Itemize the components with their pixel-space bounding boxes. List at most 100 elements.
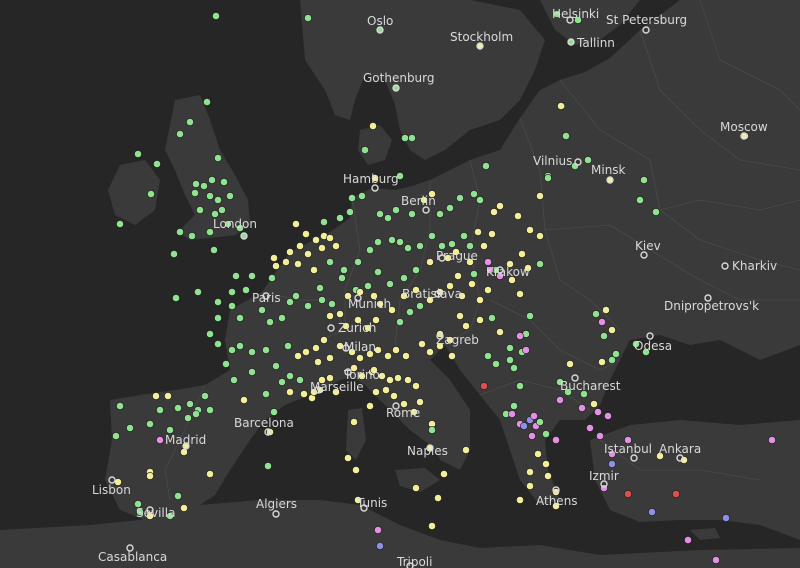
marker-yellow[interactable] — [412, 382, 420, 390]
marker-green[interactable] — [278, 378, 286, 386]
marker-yellow[interactable] — [402, 352, 410, 360]
marker-green[interactable] — [284, 342, 292, 350]
marker-green[interactable] — [338, 274, 346, 282]
marker-yellow[interactable] — [302, 230, 310, 238]
marker-yellow[interactable] — [484, 286, 492, 294]
marker-yellow[interactable] — [526, 226, 534, 234]
marker-yellow[interactable] — [418, 340, 426, 348]
marker-yellow[interactable] — [566, 360, 574, 368]
marker-green[interactable] — [208, 176, 216, 184]
marker-pink[interactable] — [598, 318, 606, 326]
marker-green[interactable] — [214, 154, 222, 162]
marker-yellow[interactable] — [272, 262, 280, 270]
marker-yellow[interactable] — [416, 398, 424, 406]
marker-yellow[interactable] — [369, 122, 377, 130]
marker-green[interactable] — [358, 192, 366, 200]
marker-pink[interactable] — [522, 346, 530, 354]
marker-green[interactable] — [192, 180, 200, 188]
marker-green[interactable] — [470, 190, 478, 198]
marker-yellow[interactable] — [468, 280, 476, 288]
marker-green[interactable] — [510, 364, 518, 372]
marker-pink[interactable] — [594, 408, 602, 416]
marker-green[interactable] — [174, 404, 182, 412]
marker-green[interactable] — [492, 360, 500, 368]
marker-green[interactable] — [116, 402, 124, 410]
marker-yellow[interactable] — [392, 346, 400, 354]
marker-green[interactable] — [482, 162, 490, 170]
marker-green[interactable] — [470, 270, 478, 278]
marker-yellow[interactable] — [426, 258, 434, 266]
marker-yellow[interactable] — [326, 234, 334, 242]
marker-yellow[interactable] — [412, 484, 420, 492]
marker-green[interactable] — [542, 430, 550, 438]
marker-green[interactable] — [536, 418, 544, 426]
marker-yellow[interactable] — [516, 496, 524, 504]
marker-green[interactable] — [228, 288, 236, 296]
marker-green[interactable] — [194, 288, 202, 296]
marker-pink[interactable] — [530, 412, 538, 420]
marker-green[interactable] — [262, 390, 270, 398]
marker-green[interactable] — [396, 318, 404, 326]
marker-yellow[interactable] — [302, 348, 310, 356]
marker-yellow[interactable] — [336, 310, 344, 318]
marker-green[interactable] — [446, 204, 454, 212]
marker-green[interactable] — [230, 376, 238, 384]
marker-green[interactable] — [510, 402, 518, 410]
marker-green[interactable] — [242, 286, 250, 294]
marker-green[interactable] — [266, 318, 274, 326]
marker-yellow[interactable] — [350, 418, 358, 426]
marker-green[interactable] — [318, 296, 326, 304]
marker-pink[interactable] — [556, 396, 564, 404]
marker-green[interactable] — [236, 342, 244, 350]
marker-green[interactable] — [196, 206, 204, 214]
marker-green[interactable] — [536, 260, 544, 268]
marker-yellow[interactable] — [384, 352, 392, 360]
marker-green[interactable] — [416, 242, 424, 250]
marker-yellow[interactable] — [294, 260, 302, 268]
marker-yellow[interactable] — [476, 296, 484, 304]
marker-yellow[interactable] — [310, 266, 318, 274]
marker-green[interactable] — [416, 302, 424, 310]
marker-green[interactable] — [460, 232, 468, 240]
marker-green[interactable] — [374, 238, 382, 246]
marker-green[interactable] — [652, 208, 660, 216]
marker-yellow[interactable] — [304, 250, 312, 258]
marker-green[interactable] — [147, 190, 155, 198]
marker-green[interactable] — [156, 406, 164, 414]
marker-yellow[interactable] — [557, 102, 565, 110]
marker-green[interactable] — [228, 302, 236, 310]
marker-green[interactable] — [386, 280, 394, 288]
marker-green[interactable] — [214, 340, 222, 348]
marker-green[interactable] — [236, 314, 244, 322]
marker-green[interactable] — [170, 250, 178, 258]
marker-yellow[interactable] — [320, 336, 328, 344]
marker-green[interactable] — [206, 406, 214, 414]
marker-green[interactable] — [404, 244, 412, 252]
marker-yellow[interactable] — [300, 390, 308, 398]
marker-green[interactable] — [248, 368, 256, 376]
marker-yellow[interactable] — [462, 322, 470, 330]
marker-pink[interactable] — [712, 556, 720, 564]
marker-green[interactable] — [328, 300, 336, 308]
marker-yellow[interactable] — [286, 388, 294, 396]
marker-green[interactable] — [506, 356, 514, 364]
marker-green[interactable] — [192, 410, 200, 418]
marker-yellow[interactable] — [326, 354, 334, 362]
marker-yellow[interactable] — [312, 236, 320, 244]
marker-pink[interactable] — [516, 332, 524, 340]
marker-green[interactable] — [214, 314, 222, 322]
marker-yellow[interactable] — [326, 312, 334, 320]
marker-yellow[interactable] — [598, 358, 606, 366]
marker-green[interactable] — [201, 392, 209, 400]
marker-yellow[interactable] — [496, 202, 504, 210]
marker-red[interactable] — [480, 382, 488, 390]
marker-yellow[interactable] — [292, 220, 300, 228]
marker-green[interactable] — [262, 346, 270, 354]
marker-green[interactable] — [412, 266, 420, 274]
marker-green[interactable] — [400, 274, 408, 282]
marker-green[interactable] — [228, 346, 236, 354]
marker-yellow[interactable] — [542, 460, 550, 468]
marker-green[interactable] — [172, 294, 180, 302]
marker-yellow[interactable] — [356, 354, 364, 362]
marker-yellow[interactable] — [152, 392, 160, 400]
